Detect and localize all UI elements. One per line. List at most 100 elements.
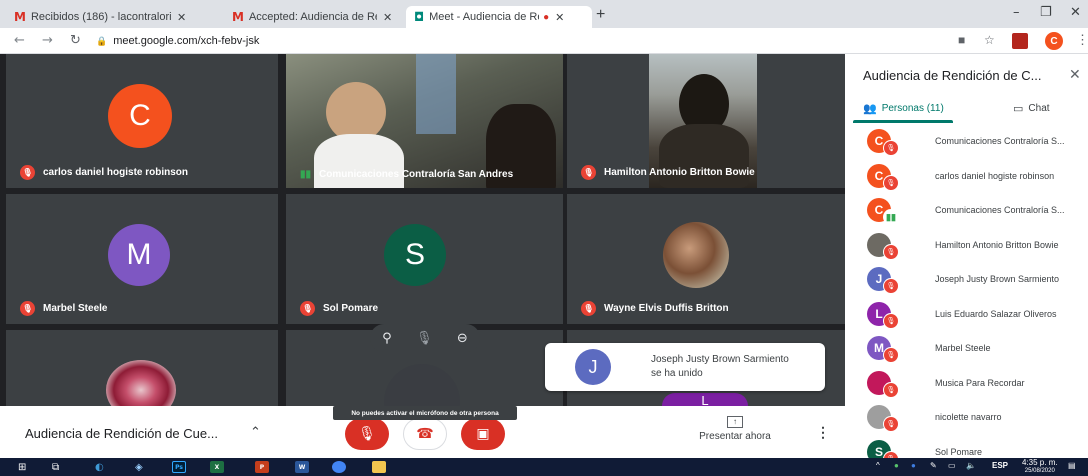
tile-label: 🎙 Sol Pomare bbox=[300, 301, 378, 316]
pen-icon[interactable]: ✎ bbox=[930, 461, 937, 470]
participant-photo bbox=[663, 222, 729, 288]
participant-row[interactable]: C 🎙 Comunicaciones Contraloría S... bbox=[845, 124, 1088, 159]
browser-tab-accepted[interactable]: M Accepted: Audiencia de Rendició ✕ bbox=[224, 6, 404, 28]
tab-chat[interactable]: ▭ Chat bbox=[1013, 102, 1050, 115]
tile-label: ▮▮ Comunicaciones Contraloría San Andres bbox=[300, 169, 513, 180]
tab-people[interactable]: 👥 Personas (11) bbox=[863, 102, 944, 115]
close-icon[interactable]: ✕ bbox=[555, 11, 564, 24]
participant-name: Comunicaciones Contraloría S... bbox=[935, 205, 1065, 216]
game-icon[interactable]: ◈ bbox=[135, 460, 143, 474]
participant-name: Wayne Elvis Duffis Britton bbox=[604, 303, 729, 314]
participant-tile[interactable]: M 🎙 Marbel Steele bbox=[6, 194, 278, 324]
language-indicator[interactable]: ESP bbox=[992, 461, 1008, 470]
present-icon: ↑ bbox=[727, 416, 743, 428]
participant-photo bbox=[106, 360, 176, 406]
mic-off-icon: 🎙 bbox=[883, 278, 899, 294]
close-icon[interactable]: ✕ bbox=[177, 11, 186, 24]
mic-toggle-button[interactable]: 🎙 bbox=[345, 418, 389, 450]
participant-row[interactable]: J 🎙 Joseph Justy Brown Sarmiento bbox=[845, 262, 1088, 297]
profile-avatar[interactable]: C bbox=[1045, 32, 1063, 50]
clock[interactable]: 4:35 p. m. 25/08/2020 bbox=[1022, 459, 1058, 475]
url-text: meet.google.com/xch-febv-jsk bbox=[113, 35, 260, 47]
close-icon[interactable]: ✕ bbox=[1069, 66, 1081, 83]
file-explorer-icon[interactable] bbox=[372, 460, 386, 474]
participant-tile[interactable]: 🎙 Wayne Elvis Duffis Britton bbox=[567, 194, 845, 324]
new-tab-button[interactable]: + bbox=[596, 6, 605, 24]
pin-icon[interactable]: ⚲ bbox=[382, 331, 392, 346]
mic-off-icon: 🎙 bbox=[883, 381, 899, 398]
participant-tile[interactable]: S 🎙 Sol Pomare bbox=[286, 194, 563, 324]
tray-app-icon[interactable]: ● bbox=[911, 461, 916, 470]
participant-video-tile[interactable]: ▮▮ Comunicaciones Contraloría San Andres bbox=[286, 54, 563, 188]
mic-off-icon: 🎙 bbox=[883, 140, 899, 156]
panel-title: Audiencia de Rendición de C... bbox=[863, 68, 1042, 83]
present-now-button[interactable]: ↑ Presentar ahora bbox=[690, 416, 780, 442]
task-view-icon[interactable]: ⧉ bbox=[52, 460, 59, 474]
person-video-figure bbox=[326, 82, 386, 142]
participant-name: Marbel Steele bbox=[935, 343, 991, 354]
bookmark-star-icon[interactable]: ☆ bbox=[984, 33, 995, 47]
participant-name: Luis Eduardo Salazar Oliveros bbox=[935, 308, 1057, 319]
tray-app-icon[interactable]: ● bbox=[894, 461, 899, 470]
photoshop-icon[interactable]: Ps bbox=[172, 460, 186, 474]
participant-row[interactable]: C ▮▮ Comunicaciones Contraloría S... bbox=[845, 193, 1088, 228]
people-icon: 👥 bbox=[863, 103, 877, 115]
gmail-icon: M bbox=[14, 10, 26, 24]
participant-tile[interactable]: C 🎙 carlos daniel hogiste robinson bbox=[6, 54, 278, 188]
mic-disabled-icon[interactable]: 🎙 bbox=[416, 331, 433, 346]
notifications-icon[interactable]: ▤ bbox=[1068, 461, 1076, 470]
participant-tile[interactable] bbox=[6, 330, 278, 406]
participant-row[interactable]: L 🎙 Luis Eduardo Salazar Oliveros bbox=[845, 297, 1088, 332]
tab-title: Meet - Audiencia de Rendici bbox=[429, 11, 539, 23]
participant-row[interactable]: 🎙 nicolette navarro bbox=[845, 400, 1088, 435]
url-field[interactable]: 🔒 meet.google.com/xch-febv-jsk bbox=[96, 32, 906, 50]
mic-off-icon: 🎙 bbox=[300, 301, 315, 316]
camera-toggle-button[interactable]: ▣ bbox=[461, 418, 505, 450]
remove-icon[interactable]: ⊖ bbox=[457, 331, 468, 346]
back-icon[interactable]: ← bbox=[14, 33, 25, 48]
flag-figure bbox=[416, 54, 456, 134]
chrome-icon[interactable] bbox=[332, 460, 346, 474]
tab-title: Accepted: Audiencia de Rendició bbox=[248, 11, 377, 23]
participant-row[interactable]: 🎙 Hamilton Antonio Britton Bowie bbox=[845, 228, 1088, 263]
excel-icon[interactable]: X bbox=[210, 460, 224, 474]
avatar: J bbox=[575, 349, 611, 385]
more-options-icon[interactable]: ⋮ bbox=[816, 424, 830, 441]
participants-panel: Audiencia de Rendición de C... ✕ 👥 Perso… bbox=[845, 54, 1088, 467]
meeting-title[interactable]: Audiencia de Rendición de Cue... bbox=[25, 426, 218, 441]
close-icon[interactable]: ✕ bbox=[383, 11, 392, 24]
reload-icon[interactable]: ↻ bbox=[70, 33, 81, 48]
powerpoint-icon[interactable]: P bbox=[255, 460, 269, 474]
participant-row[interactable]: 🎙 Musica Para Recordar bbox=[845, 366, 1088, 401]
mic-off-icon: 🎙 bbox=[358, 426, 376, 442]
volume-icon[interactable]: 🔈 bbox=[966, 461, 976, 470]
restore-icon[interactable]: ❐ bbox=[1040, 5, 1052, 20]
mic-off-icon: 🎙 bbox=[20, 301, 35, 316]
forward-icon[interactable]: → bbox=[42, 33, 53, 48]
camera-indicator-icon[interactable]: ■ bbox=[958, 33, 965, 47]
extension-icon[interactable] bbox=[1012, 33, 1028, 49]
tooltip: No puedes activar el micrófono de otra p… bbox=[333, 406, 517, 420]
tray-chevron-icon[interactable]: ^ bbox=[876, 461, 880, 470]
participant-row[interactable]: M 🎙 Marbel Steele bbox=[845, 331, 1088, 366]
chevron-up-icon[interactable]: ⌃ bbox=[250, 424, 261, 440]
browser-tab-meet[interactable]: ◘ Meet - Audiencia de Rendici ● ✕ bbox=[406, 6, 592, 28]
mic-off-icon: 🎙 bbox=[883, 312, 899, 329]
windows-taskbar: ⊞ ⧉ ◐ ◈ Ps X P W ^ ● ● ✎ ▭ 🔈 ESP 4:35 p.… bbox=[0, 458, 1088, 476]
participant-name: Hamilton Antonio Britton Bowie bbox=[935, 239, 1059, 250]
join-notification: J Joseph Justy Brown Sarmiento se ha uni… bbox=[545, 343, 825, 391]
notification-text: Joseph Justy Brown Sarmiento se ha unido bbox=[651, 354, 789, 379]
participant-name: nicolette navarro bbox=[935, 412, 1002, 423]
window-close-icon[interactable]: ✕ bbox=[1070, 5, 1081, 20]
mic-off-icon: 🎙 bbox=[883, 174, 899, 191]
participant-video-tile[interactable]: 🎙 Hamilton Antonio Britton Bowie bbox=[567, 54, 845, 188]
windows-start-icon[interactable]: ⊞ bbox=[18, 460, 26, 474]
edge-icon[interactable]: ◐ bbox=[95, 460, 104, 474]
browser-menu-icon[interactable]: ⋮ bbox=[1076, 32, 1088, 48]
participant-row[interactable]: C 🎙 carlos daniel hogiste robinson bbox=[845, 159, 1088, 194]
word-icon[interactable]: W bbox=[295, 460, 309, 474]
browser-tab-gmail-inbox[interactable]: M Recibidos (186) - lacontraloriaco ✕ bbox=[6, 6, 222, 28]
minimize-icon[interactable]: – bbox=[1013, 5, 1020, 20]
leave-call-button[interactable]: ☎ bbox=[403, 418, 447, 450]
network-icon[interactable]: ▭ bbox=[948, 461, 956, 470]
